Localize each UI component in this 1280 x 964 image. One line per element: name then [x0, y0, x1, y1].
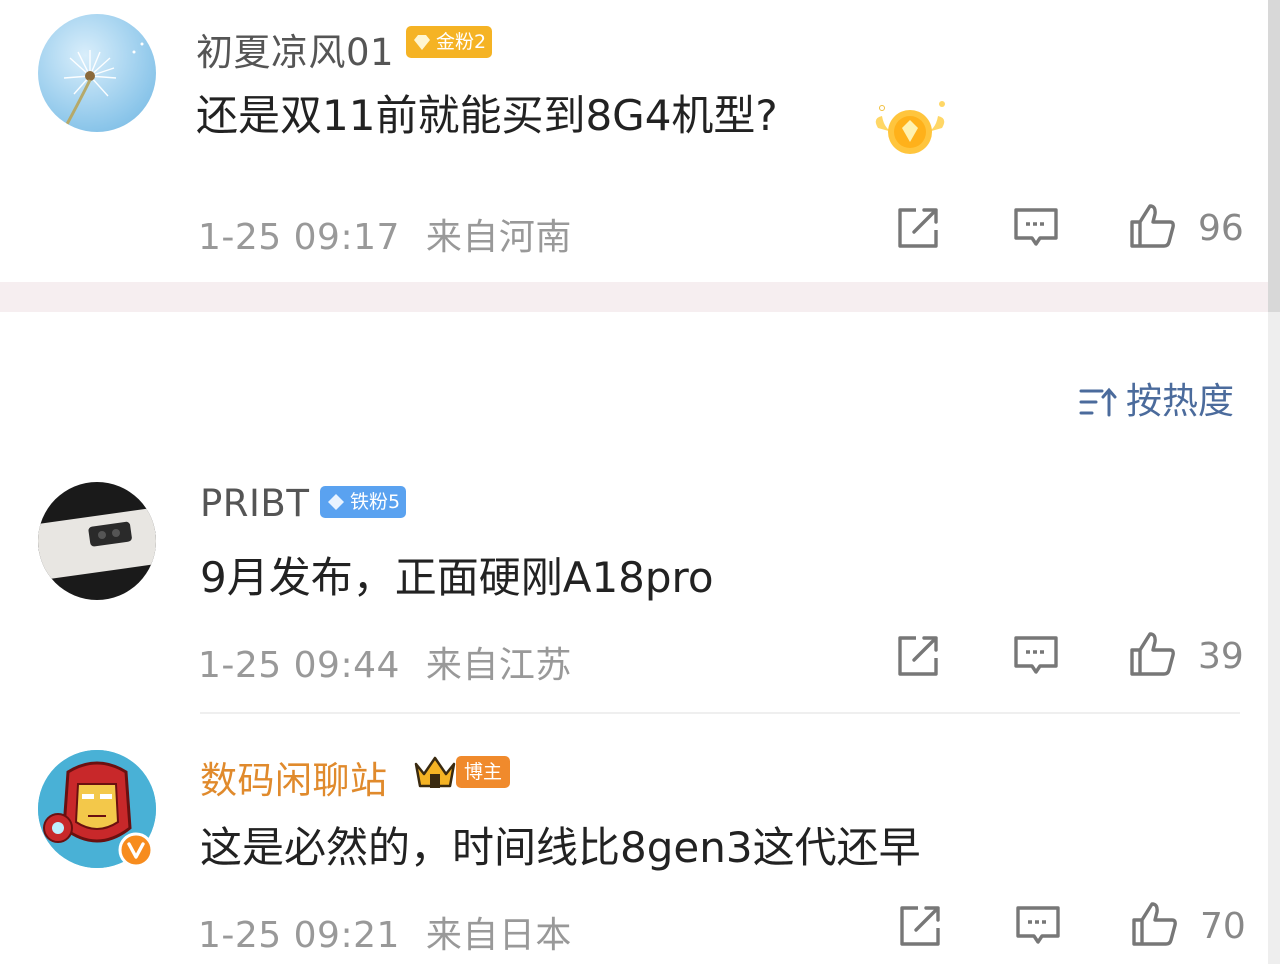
- like-icon[interactable]: [1128, 202, 1176, 250]
- badge-label: 博主: [464, 761, 503, 783]
- verified-v-icon: [118, 832, 154, 868]
- comment-time: 1-25 09:21: [198, 915, 400, 956]
- diamond-icon: [328, 494, 344, 510]
- comment-meta: 1-25 09:17 来自河南: [198, 208, 572, 260]
- scrollbar-thumb[interactable]: [1268, 0, 1280, 312]
- dandelion-avatar-icon: [63, 42, 144, 127]
- comment-time: 1-25 09:44: [198, 645, 400, 686]
- comment-meta: 1-25 09:21 来自日本: [198, 906, 572, 958]
- sort-icon: [1079, 387, 1117, 417]
- share-icon[interactable]: [894, 204, 942, 252]
- fan-badge: 铁粉5: [320, 486, 407, 518]
- comment-text: 还是双11前就能买到8G4机型?: [196, 91, 778, 140]
- comment-location: 来自日本: [425, 915, 572, 956]
- share-icon[interactable]: [896, 902, 944, 950]
- user-avatar[interactable]: [38, 14, 156, 132]
- comment-item: 数码闲聊站 博主 这是必然的，时间线比8gen3这代还早 1-25 09:21 …: [0, 740, 1280, 964]
- sort-label: 按热度: [1125, 381, 1234, 422]
- phone-avatar-icon: [38, 508, 156, 580]
- reply-icon[interactable]: [1012, 632, 1060, 680]
- badge-label: 金粉2: [436, 31, 487, 53]
- comment-meta: 1-25 09:44 来自江苏: [198, 636, 572, 688]
- comment-item: 初夏凉风01 金粉2 还是双11前就能买到8G4机型? 1-25 09:17 来…: [0, 0, 1280, 282]
- like-count: 70: [1200, 906, 1246, 947]
- badge-label: 铁粉5: [350, 491, 401, 513]
- user-avatar[interactable]: [38, 482, 156, 600]
- comment-separator: [200, 712, 1240, 714]
- comment-time: 1-25 09:17: [198, 217, 400, 258]
- username[interactable]: PRIBT: [200, 482, 309, 525]
- like-icon[interactable]: [1128, 630, 1176, 678]
- reply-icon[interactable]: [1014, 902, 1062, 950]
- comment-text: 这是必然的，时间线比8gen3这代还早: [200, 823, 921, 872]
- blogger-badge: 博主: [456, 756, 511, 788]
- like-count: 39: [1198, 636, 1244, 677]
- scrollbar[interactable]: [1268, 0, 1280, 964]
- comment-location: 来自河南: [425, 217, 572, 258]
- username[interactable]: 初夏凉风01: [196, 22, 394, 76]
- comment-item: PRIBT 铁粉5 9月发布，正面硬刚A18pro 1-25 09:44 来自江…: [0, 470, 1280, 710]
- sort-button[interactable]: 按热度: [1078, 372, 1234, 424]
- gold-medal-icon: [875, 101, 945, 154]
- comment-location: 来自江苏: [425, 645, 572, 686]
- like-count: 96: [1198, 208, 1244, 249]
- section-divider: [0, 282, 1280, 312]
- comment-text: 9月发布，正面硬刚A18pro: [200, 553, 714, 602]
- username[interactable]: 数码闲聊站: [200, 750, 388, 804]
- like-icon[interactable]: [1130, 900, 1178, 948]
- share-icon[interactable]: [894, 632, 942, 680]
- crown-gem-icon: [414, 35, 430, 50]
- reply-icon[interactable]: [1012, 204, 1060, 252]
- fan-badge: 金粉2: [406, 26, 493, 58]
- crown-level-icon: [414, 756, 456, 788]
